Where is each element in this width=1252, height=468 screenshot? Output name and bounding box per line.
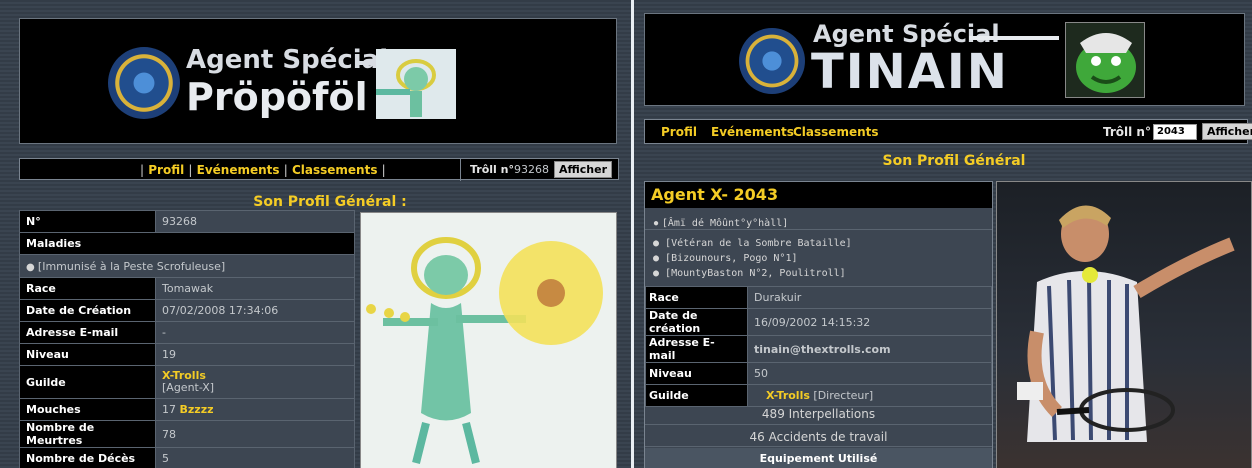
- right-profile-panel: Agent Spécial TINAIN Profil Evénements C…: [634, 0, 1252, 468]
- right-profile-table: Race Durakuir Date de création 16/09/200…: [645, 286, 992, 407]
- agent-title: Agent X- 2043: [645, 182, 992, 208]
- row-label: Date de création: [645, 308, 748, 336]
- left-nav-bar: | Profil | Evénements | Classements | Tr…: [19, 158, 619, 181]
- row-value: 93268: [155, 210, 355, 233]
- troll-number-label: Trôll n°: [470, 163, 514, 176]
- table-row: N° 93268: [19, 210, 355, 233]
- nav-profil-link[interactable]: Profil: [148, 163, 184, 177]
- left-banner: Agent Spécial Pröpöföl: [19, 18, 617, 144]
- profile-photo-image: [996, 181, 1252, 468]
- banner-name: Pröpöföl: [186, 75, 368, 119]
- table-row: Niveau 50: [645, 362, 992, 385]
- row-value: 50: [747, 362, 992, 385]
- left-profile-table: N° 93268 Maladies ● [Immunisé à la Peste…: [19, 210, 355, 468]
- title-item: [Âmï dé Môûnt°y°hàll]: [661, 218, 789, 229]
- nav-evenements-link[interactable]: Evénements: [711, 125, 794, 139]
- row-label: Race: [645, 286, 748, 309]
- row-label: Date de Création: [19, 299, 156, 322]
- nav-classements-link[interactable]: Classements: [793, 125, 879, 139]
- row-value: 19: [155, 343, 355, 366]
- table-row: Maladies: [19, 232, 355, 255]
- row-value: Durakuir: [747, 286, 992, 309]
- troll-number-value[interactable]: 93268: [514, 163, 549, 176]
- fbi-seal-icon: [739, 28, 805, 94]
- table-row: Race Tomawak: [19, 277, 355, 300]
- nav-profil-link[interactable]: Profil: [661, 125, 697, 139]
- nav-classements-link[interactable]: Classements: [292, 163, 378, 177]
- troll-mascot-image: [1065, 22, 1145, 98]
- maladie-item: ● [Immunisé à la Peste Scrofuleuse]: [19, 254, 355, 278]
- troll-number-input[interactable]: 2043: [1153, 124, 1197, 140]
- section-title: Son Profil Général :: [253, 194, 407, 210]
- right-nav-bar: Profil Evénements Classements Trôll n° :…: [644, 119, 1252, 144]
- banner-title: Agent Spécial: [186, 45, 389, 75]
- row-value: X-Trolls [Agent-X]: [155, 365, 355, 399]
- table-row: Niveau 19: [19, 343, 355, 366]
- row-label: Mouches: [19, 398, 156, 421]
- table-row: Guilde X-Trolls [Agent-X]: [19, 365, 355, 399]
- honor-item: ● [MountyBaston N°2, Poulitroll]: [653, 268, 846, 279]
- banner-drawing-image: [376, 49, 456, 119]
- interpellations-stat: 489 Interpellations: [645, 403, 992, 425]
- agent-info-box: Agent X- 2043 ● [Âmï dé Môûnt°y°hàll] ● …: [644, 181, 993, 468]
- table-row: ● [Immunisé à la Peste Scrofuleuse]: [19, 254, 355, 278]
- email-link[interactable]: tinain@thextrolls.com: [747, 335, 992, 363]
- banner-name: TINAIN: [811, 44, 1009, 100]
- row-label: N°: [19, 210, 156, 233]
- table-row: Date de Création 07/02/2008 17:34:06: [19, 299, 355, 322]
- row-label: Nombre de Meurtres: [19, 420, 156, 448]
- row-label: Nombre de Décès: [19, 447, 156, 468]
- section-title: Son Profil Général: [882, 153, 1026, 169]
- row-value: 07/02/2008 17:34:06: [155, 299, 355, 322]
- row-label: Race: [19, 277, 156, 300]
- row-label: Adresse E-mail: [19, 321, 156, 344]
- troll-number-label: Trôll n° :: [1103, 125, 1160, 139]
- honor-item: ● [Bizounours, Pogo N°1]: [653, 253, 798, 264]
- banner-dash: [355, 61, 377, 65]
- banner-dash: [969, 36, 1059, 40]
- honor-item: ● [Vétéran de la Sombre Bataille]: [653, 238, 852, 249]
- guilde-link[interactable]: X-Trolls: [766, 389, 810, 402]
- row-label: Adresse E-mail: [645, 335, 748, 363]
- guilde-rank: [Agent-X]: [162, 381, 215, 394]
- profile-drawing-image: [360, 212, 617, 468]
- row-label: Guilde: [19, 365, 156, 399]
- row-value: -: [155, 321, 355, 344]
- fbi-seal-icon: [108, 47, 180, 119]
- row-value: 78: [155, 420, 355, 448]
- table-row: Adresse E-mail tinain@thextrolls.com: [645, 335, 992, 363]
- row-value: 17 Bzzzz: [155, 398, 355, 421]
- table-row: Nombre de Meurtres 78: [19, 420, 355, 448]
- nav-evenements-link[interactable]: Evénements: [197, 163, 280, 177]
- row-label: Niveau: [19, 343, 156, 366]
- equipment-header: Equipement Utilisé: [645, 448, 992, 468]
- row-value: 5: [155, 447, 355, 468]
- table-row: Adresse E-mail -: [19, 321, 355, 344]
- left-profile-panel: Agent Spécial Pröpöföl | Profil | Evénem…: [0, 0, 631, 468]
- table-row: Race Durakuir: [645, 286, 992, 309]
- table-row: Mouches 17 Bzzzz: [19, 398, 355, 421]
- right-banner: Agent Spécial TINAIN: [644, 13, 1245, 106]
- afficher-button[interactable]: Afficher: [554, 161, 613, 178]
- row-value: Tomawak: [155, 277, 355, 300]
- honors-list: ● [Vétéran de la Sombre Bataille] ● [Biz…: [645, 234, 992, 286]
- mouches-link[interactable]: Bzzzz: [180, 403, 214, 416]
- row-value: 16/09/2002 14:15:32: [747, 308, 992, 336]
- accidents-stat: 46 Accidents de travail: [645, 425, 992, 447]
- titles-list: ● [Âmï dé Môûnt°y°hàll]: [645, 210, 992, 230]
- afficher-button[interactable]: Afficher: [1202, 123, 1252, 140]
- table-row: Nombre de Décès 5: [19, 447, 355, 468]
- row-label: Niveau: [645, 362, 748, 385]
- row-label: Maladies: [19, 232, 355, 255]
- table-row: Date de création 16/09/2002 14:15:32: [645, 308, 992, 336]
